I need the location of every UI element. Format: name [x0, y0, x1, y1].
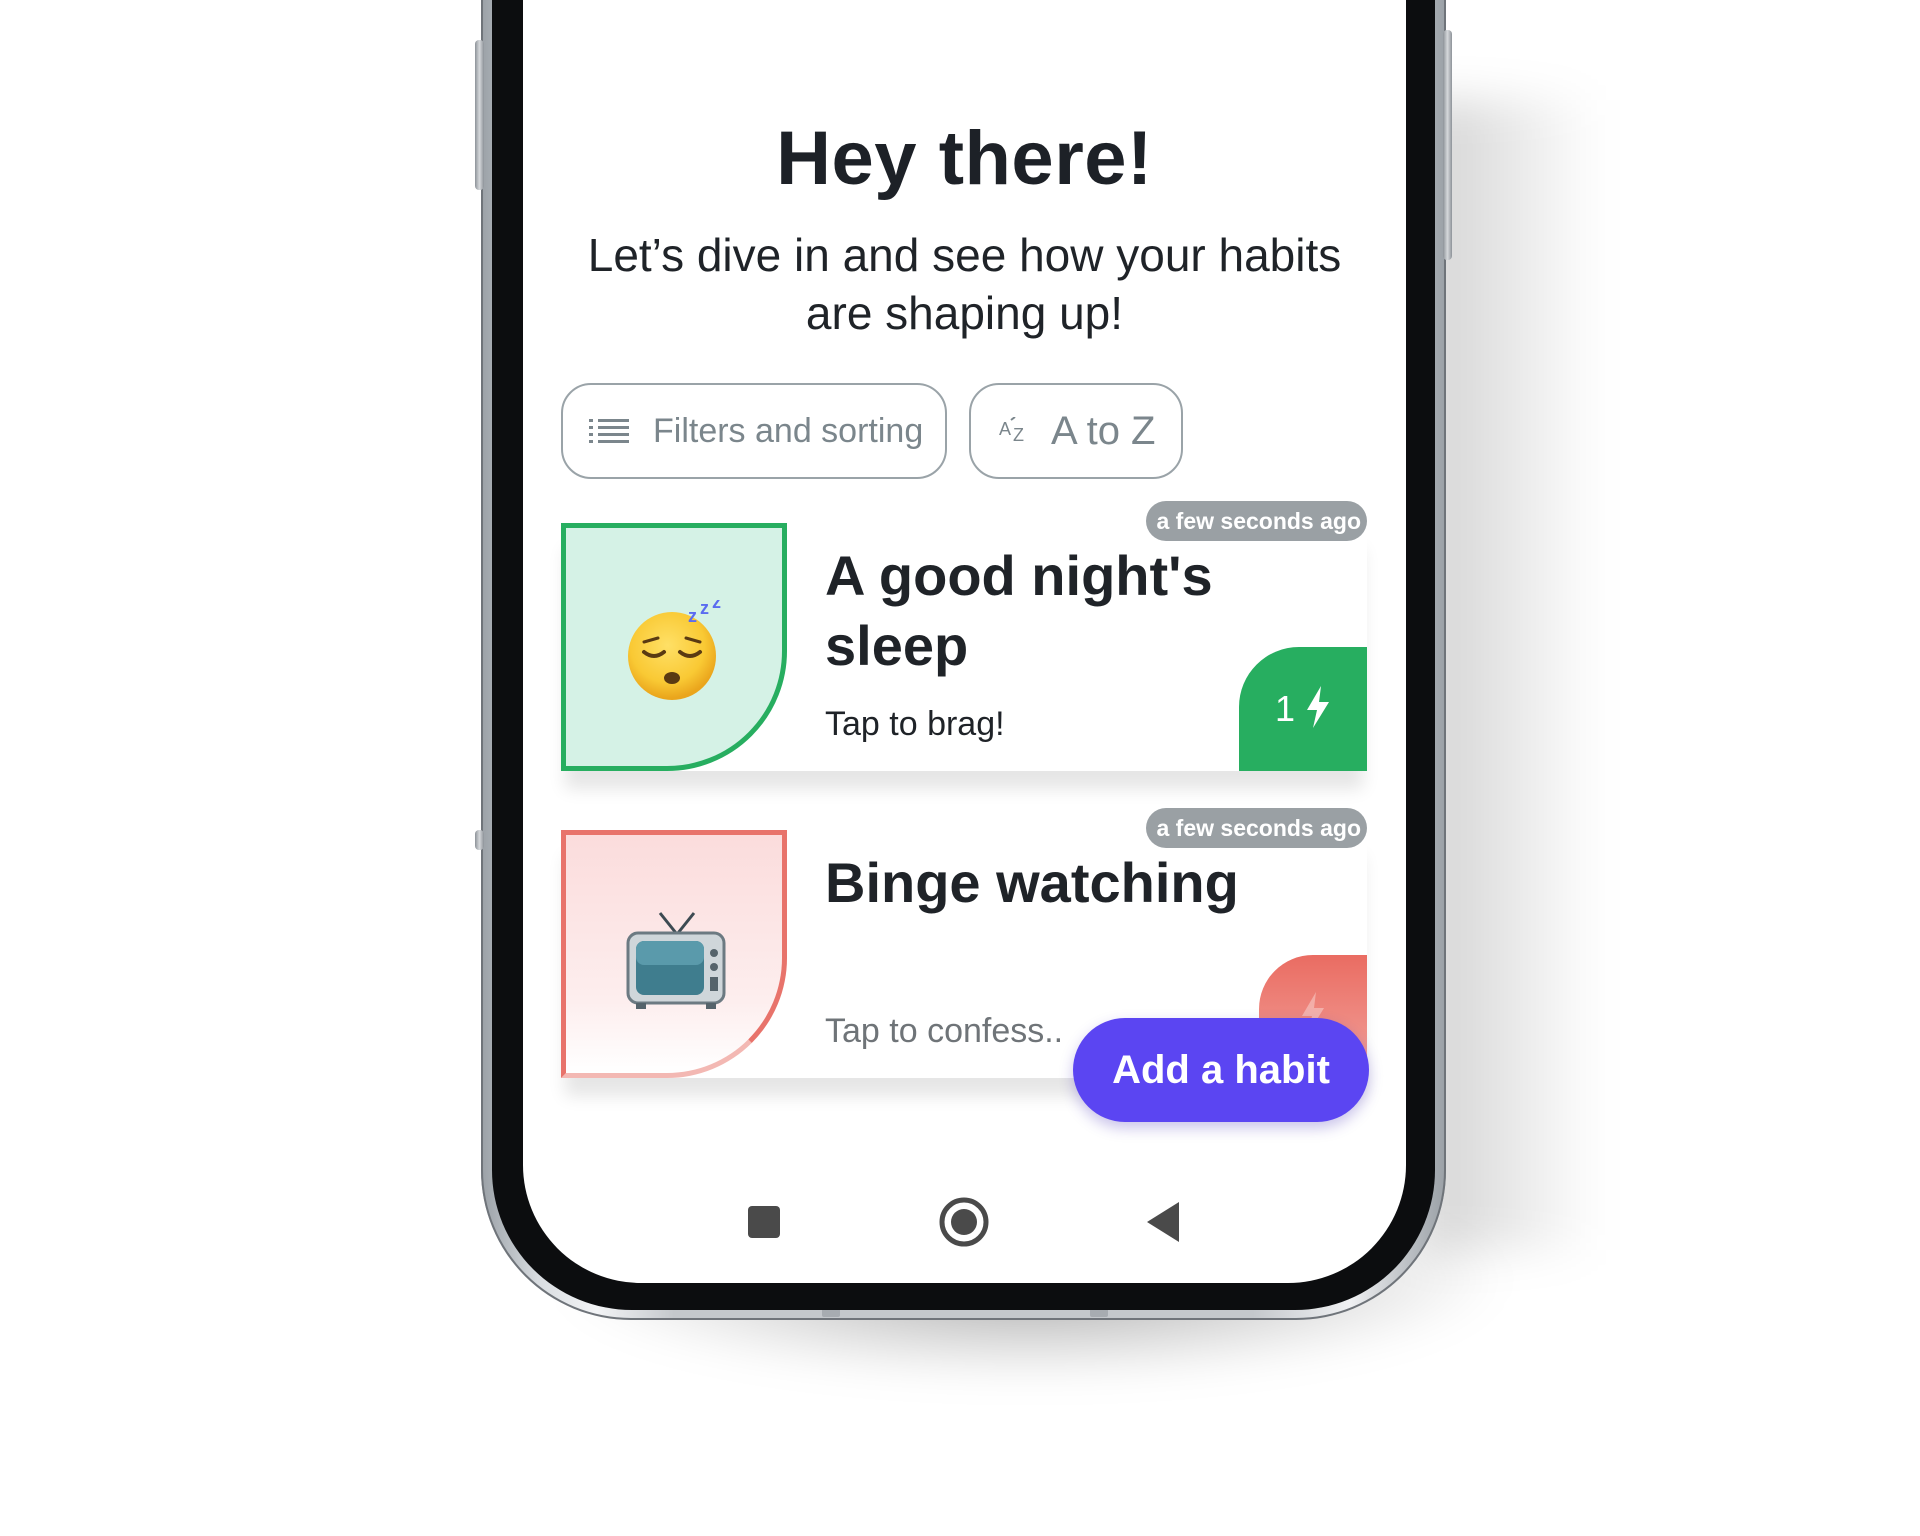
streak-count: 1: [1274, 688, 1296, 729]
recents-icon[interactable]: [734, 1192, 794, 1252]
svg-text:z: z: [712, 600, 721, 612]
sort-button[interactable]: A Z A to Z: [969, 383, 1183, 479]
add-habit-button[interactable]: Add a habit: [1073, 1018, 1369, 1122]
lightning-icon: [1305, 685, 1331, 733]
phone-side-shadow: [1420, 100, 1600, 1250]
sort-label: A to Z: [1051, 408, 1156, 453]
habit-hint: Tap to brag!: [825, 705, 1005, 743]
phone-screen: Hey there! Let’s dive in and see how you…: [523, 0, 1406, 1283]
screen-content: Hey there! Let’s dive in and see how you…: [523, 0, 1406, 1283]
back-icon[interactable]: [1133, 1192, 1193, 1252]
svg-text:z: z: [688, 606, 697, 626]
power-button: [1443, 30, 1452, 260]
filters-button[interactable]: Filters and sorting: [561, 383, 947, 479]
filters-label: Filters and sorting: [653, 411, 924, 450]
svg-text:Z: Z: [1013, 425, 1024, 445]
television-icon: [624, 907, 728, 1011]
timestamp-badge: a few seconds ago: [1146, 808, 1367, 848]
habit-thumbnail: [561, 830, 787, 1078]
svg-text:A: A: [999, 419, 1011, 439]
sleeping-face-icon: z z z: [624, 592, 728, 704]
side-key: [475, 830, 484, 850]
stage: Hey there! Let’s dive in and see how you…: [0, 0, 1920, 1536]
streak-badge[interactable]: 1: [1239, 647, 1367, 771]
list-icon: [587, 418, 631, 444]
habit-thumbnail: z z z: [561, 523, 787, 771]
svg-text:z: z: [700, 600, 709, 618]
volume-button: [475, 40, 484, 190]
system-navbar: [523, 1178, 1406, 1268]
page-title: Hey there!: [776, 116, 1153, 201]
timestamp-badge: a few seconds ago: [1146, 501, 1367, 541]
home-icon[interactable]: [934, 1192, 994, 1252]
habit-card[interactable]: z z z A good night's sleep Tap to brag! …: [561, 501, 1367, 771]
habit-name: Binge watching: [825, 851, 1239, 914]
page-subtitle: Let’s dive in and see how your habits ar…: [587, 229, 1342, 339]
habit-name: A good night's sleep: [825, 544, 1213, 677]
habit-hint: Tap to confess..: [825, 1012, 1064, 1050]
sort-alpha-icon: A Z: [999, 417, 1033, 445]
